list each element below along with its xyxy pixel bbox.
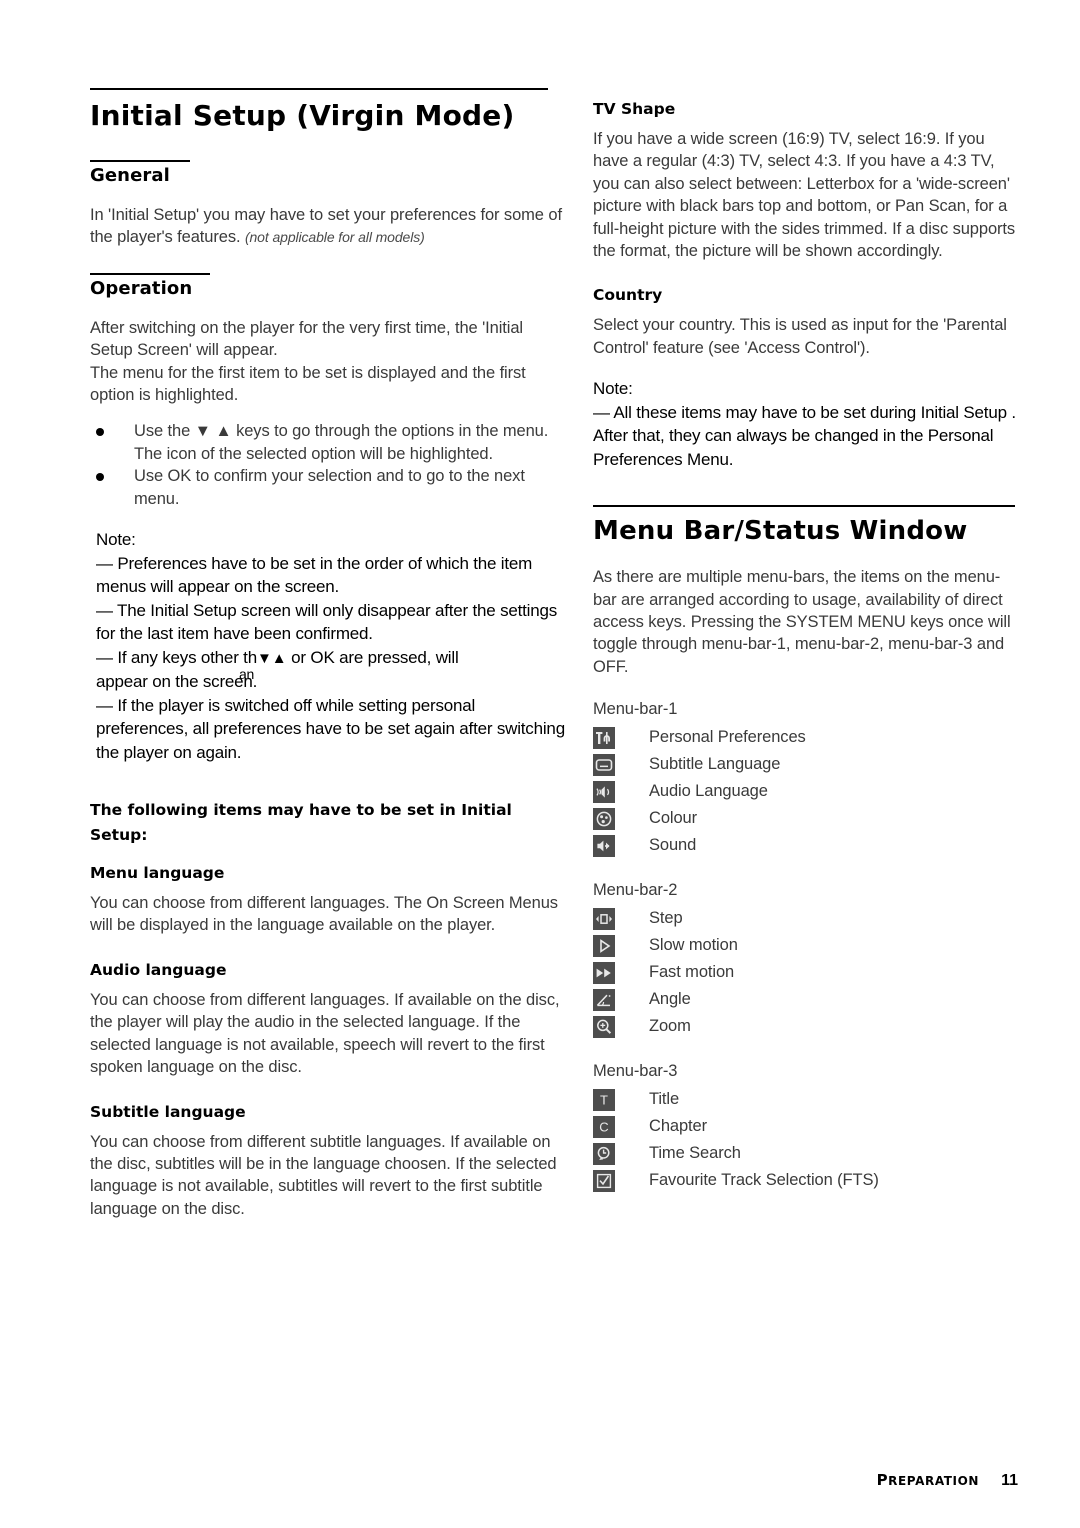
- menu-bar-item-label: Chapter: [649, 1117, 708, 1136]
- menu-bar-item-label: Angle: [649, 990, 691, 1009]
- personal-preferences-icon: [593, 726, 615, 749]
- menu-bar-1-list: Personal Preferences Subtitle Language A…: [593, 724, 1018, 859]
- note-item-continued: appear on the screen.: [96, 672, 258, 692]
- note-overlap-text: an: [238, 665, 255, 682]
- menu-bar-item[interactable]: C Chapter: [593, 1113, 1018, 1140]
- menu-bar-item[interactable]: Personal Preferences: [593, 724, 1018, 751]
- menu-bar-item-label: Subtitle Language: [649, 755, 781, 774]
- note-item-overlapping: — If any keys other th an ▼▲ or OK are pre…: [96, 646, 568, 682]
- menu-bar-item-label: Favourite Track Selection (FTS): [649, 1171, 879, 1190]
- note-item: — The Initial Setup screen will only dis…: [96, 600, 558, 644]
- menu-bar-item-label: Sound: [649, 836, 697, 855]
- left-column: Initial Setup (Virgin Mode) General In '…: [90, 88, 568, 1220]
- menu-bar-title: Menu Bar/Status Window: [593, 516, 968, 547]
- svg-text:T: T: [600, 1092, 608, 1107]
- menu-bar-item-label: Audio Language: [649, 782, 768, 801]
- operation-bullet-list: Use the ▼ ▲ keys to go through the optio…: [90, 420, 568, 510]
- subtitle-language-paragraph: You can choose from different subtitle l…: [90, 1132, 557, 1218]
- operation-paragraph-1: After switching on the player for the ve…: [90, 318, 523, 360]
- title-icon: T: [593, 1088, 615, 1111]
- menu-bar-item[interactable]: Fast motion: [593, 959, 1018, 986]
- menu-bar-item-label: Step: [649, 909, 683, 928]
- subtitle-language-icon: [593, 753, 615, 776]
- heading-menu-language: Menu language: [90, 864, 225, 883]
- heading-tv-shape: TV Shape: [593, 100, 676, 118]
- fast-motion-icon: [593, 961, 615, 984]
- menu-bar-item[interactable]: Zoom: [593, 1013, 1018, 1040]
- angle-icon: [593, 988, 615, 1011]
- operation-rule: [90, 272, 210, 275]
- note-item: — Preferences have to be set in the orde…: [96, 553, 533, 597]
- menu-bar-1-label: Menu-bar-1: [593, 700, 678, 719]
- note-part-b: or OK are pressed, will: [286, 647, 459, 667]
- general-paragraph-italic: (not applicable for all models): [244, 229, 425, 246]
- page-footer: PREPARATION 11: [0, 1470, 1018, 1490]
- chapter-icon: C: [593, 1115, 615, 1138]
- sound-icon: [593, 834, 615, 857]
- menu-bar-paragraph: As there are multiple menu-bars, the ite…: [593, 568, 1011, 676]
- page-title: Initial Setup (Virgin Mode): [90, 99, 515, 132]
- menu-bar-item[interactable]: Subtitle Language: [593, 751, 1018, 778]
- country-paragraph: Select your country. This is used as inp…: [593, 316, 1007, 357]
- menu-bar-3-list: T Title C Chapter Time Search Favourite …: [593, 1086, 1018, 1194]
- menu-bar-item-label: Fast motion: [649, 963, 735, 982]
- right-column: TV Shape If you have a wide screen (16:9…: [593, 100, 1018, 1194]
- heading-operation: Operation: [90, 277, 193, 299]
- note-label-left: Note:: [96, 530, 136, 550]
- menu-language-paragraph: You can choose from different languages.…: [90, 894, 558, 935]
- menu-bar-item[interactable]: Angle: [593, 986, 1018, 1013]
- arrow-keys-glyph: ▼▲: [256, 649, 287, 667]
- menu-bar-item[interactable]: Sound: [593, 832, 1018, 859]
- list-item: Use OK to confirm your selection and to …: [90, 465, 568, 510]
- fts-icon: [593, 1169, 615, 1192]
- note-part-a: — If any keys other th: [96, 647, 257, 667]
- svg-text:C: C: [599, 1119, 608, 1134]
- note-label-right: Note:: [593, 379, 633, 399]
- title-rule: [90, 88, 548, 90]
- audio-language-icon: [593, 780, 615, 803]
- operation-paragraph-2: The menu for the first item to be set is…: [90, 363, 526, 405]
- menu-bar-item-label: Slow motion: [649, 936, 738, 955]
- heading-subtitle-language: Subtitle language: [90, 1102, 246, 1121]
- step-icon: [593, 907, 615, 930]
- tv-shape-paragraph: If you have a wide screen (16:9) TV, sel…: [593, 130, 1016, 261]
- time-search-icon: [593, 1142, 615, 1165]
- menu-bar-item[interactable]: Audio Language: [593, 778, 1018, 805]
- menu-bar-item-label: Personal Preferences: [649, 728, 806, 747]
- heading-following-items: The following items may have to be set i…: [90, 801, 512, 845]
- general-rule: [90, 160, 190, 162]
- menu-bar-item[interactable]: Slow motion: [593, 932, 1018, 959]
- menu-bar-item-label: Title: [649, 1090, 680, 1109]
- menu-bar-item[interactable]: Colour: [593, 805, 1018, 832]
- menu-bar-item-label: Zoom: [649, 1017, 691, 1036]
- menu-bar-title-rule: [593, 505, 1015, 508]
- heading-general: General: [90, 165, 170, 186]
- menu-bar-item[interactable]: T Title: [593, 1086, 1018, 1113]
- menu-bar-3-label: Menu-bar-3: [593, 1062, 678, 1081]
- colour-icon: [593, 807, 615, 830]
- manual-page: Initial Setup (Virgin Mode) General In '…: [0, 0, 1080, 1528]
- slow-motion-icon: [593, 934, 615, 957]
- list-item: Use the ▼ ▲ keys to go through the optio…: [90, 420, 568, 465]
- footer-section-label: PREPARATION: [876, 1471, 980, 1489]
- heading-country: Country: [593, 286, 663, 305]
- zoom-icon: [593, 1015, 615, 1038]
- country-note: — All these items may have to be set dur…: [593, 402, 1016, 469]
- heading-audio-language: Audio language: [90, 960, 227, 979]
- menu-bar-item-label: Colour: [649, 809, 698, 828]
- footer-page-number: 11: [1001, 1472, 1018, 1489]
- menu-bar-2-label: Menu-bar-2: [593, 881, 678, 900]
- audio-language-paragraph: You can choose from different languages.…: [90, 990, 560, 1077]
- general-paragraph: In 'Initial Setup' you may have to set y…: [90, 204, 568, 249]
- menu-bar-item[interactable]: Time Search: [593, 1140, 1018, 1167]
- note-item: — If the player is switched off while se…: [96, 695, 565, 762]
- menu-bar-item[interactable]: Step: [593, 905, 1018, 932]
- menu-bar-item[interactable]: Favourite Track Selection (FTS): [593, 1167, 1018, 1194]
- menu-bar-item-label: Time Search: [649, 1144, 741, 1163]
- menu-bar-2-list: Step Slow motion Fast motion Angle Zoom: [593, 905, 1018, 1040]
